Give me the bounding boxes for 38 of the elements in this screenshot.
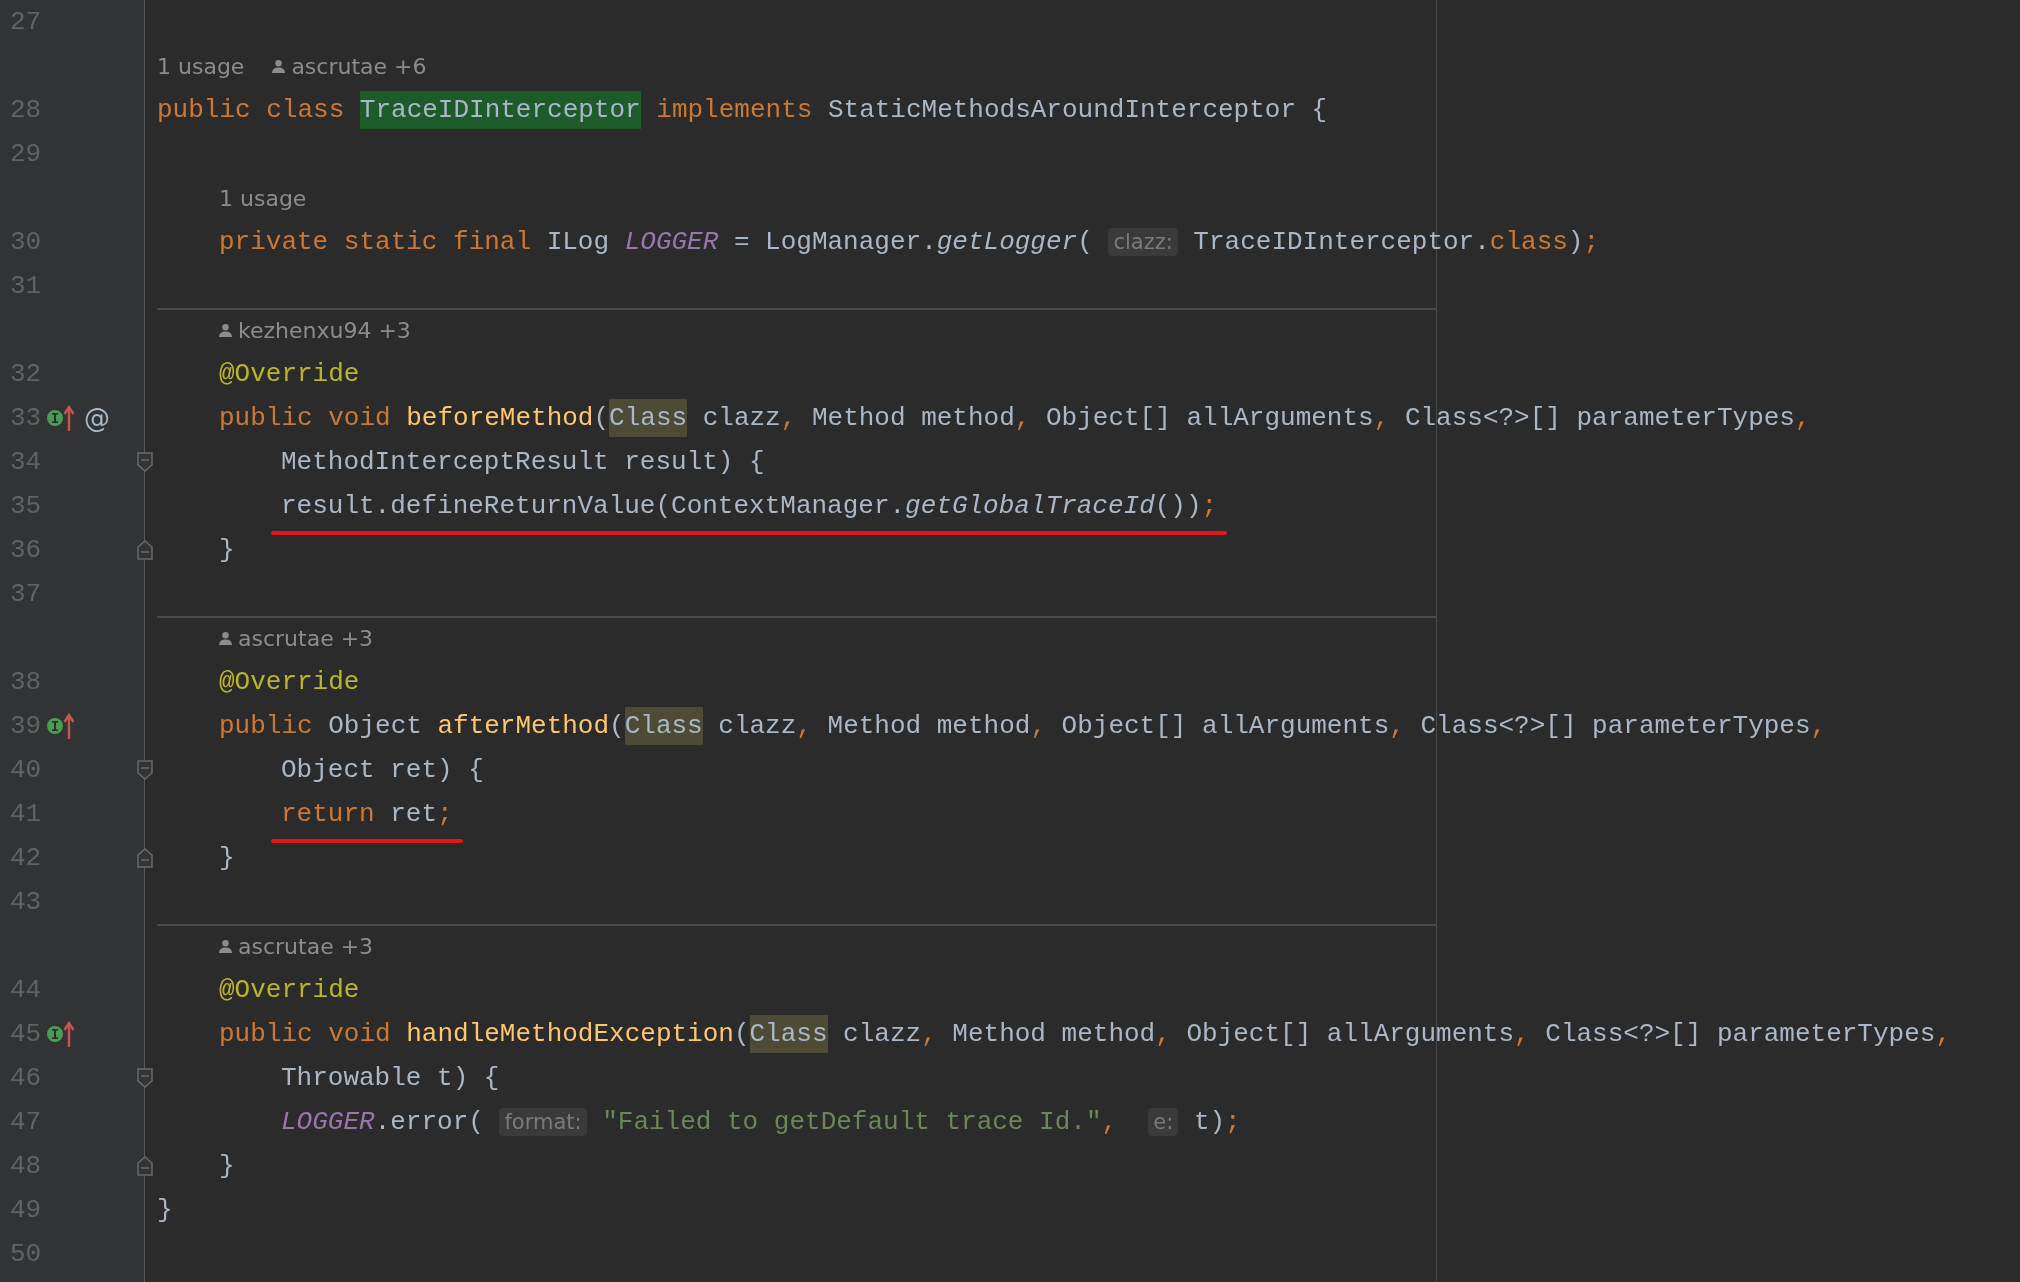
fold-end-icon[interactable]	[136, 1155, 154, 1177]
usage-count[interactable]: 1 usage	[219, 185, 307, 211]
author-hint[interactable]: ascrutae +3	[238, 625, 374, 651]
code-line: @Override	[219, 667, 360, 697]
fold-icon[interactable]	[136, 1067, 154, 1089]
code-line: return ret;	[281, 799, 453, 829]
implements-interface-icon[interactable]	[46, 404, 76, 432]
author-hint[interactable]: ascrutae +6	[291, 53, 427, 79]
code-line: }	[157, 1195, 173, 1225]
code-line: result.defineReturnValue(ContextManager.getGlobalTraceId());	[281, 491, 1218, 521]
usage-count[interactable]: 1 usage	[157, 53, 245, 79]
author-hint[interactable]: ascrutae +3	[238, 933, 374, 959]
code-line: MethodInterceptResult result) {	[281, 447, 765, 477]
parameter-hint: e:	[1148, 1108, 1179, 1136]
person-icon	[219, 630, 232, 646]
person-icon	[219, 322, 232, 338]
parameter-hint: format:	[499, 1108, 587, 1136]
implements-interface-icon[interactable]	[46, 712, 76, 740]
fold-end-icon[interactable]	[136, 847, 154, 869]
annotation-marker[interactable]: @	[84, 403, 110, 433]
code-line: Throwable t) {	[281, 1063, 500, 1093]
fold-icon[interactable]	[136, 759, 154, 781]
fold-icon[interactable]	[136, 451, 154, 473]
code-line: }	[219, 1151, 235, 1181]
code-line: @Override	[219, 359, 360, 389]
code-line: Object ret) {	[281, 755, 484, 785]
person-icon	[219, 938, 232, 954]
code-line: @Override	[219, 975, 360, 1005]
code-line: private static final ILog LOGGER = LogManager.getLogger( clazz: TraceIDInterceptor.class);	[219, 227, 1600, 257]
fold-end-icon[interactable]	[136, 539, 154, 561]
code-line: }	[219, 535, 235, 565]
search-match: TraceIDInterceptor	[359, 91, 641, 129]
code-line: }	[219, 843, 235, 873]
parameter-hint: clazz:	[1108, 228, 1178, 256]
code-line: LOGGER.error( format: "Failed to getDefault trace Id.", e: t);	[281, 1107, 1241, 1137]
author-hint[interactable]: kezhenxu94 +3	[238, 317, 411, 343]
implements-interface-icon[interactable]	[46, 1020, 76, 1048]
person-icon	[272, 58, 286, 74]
